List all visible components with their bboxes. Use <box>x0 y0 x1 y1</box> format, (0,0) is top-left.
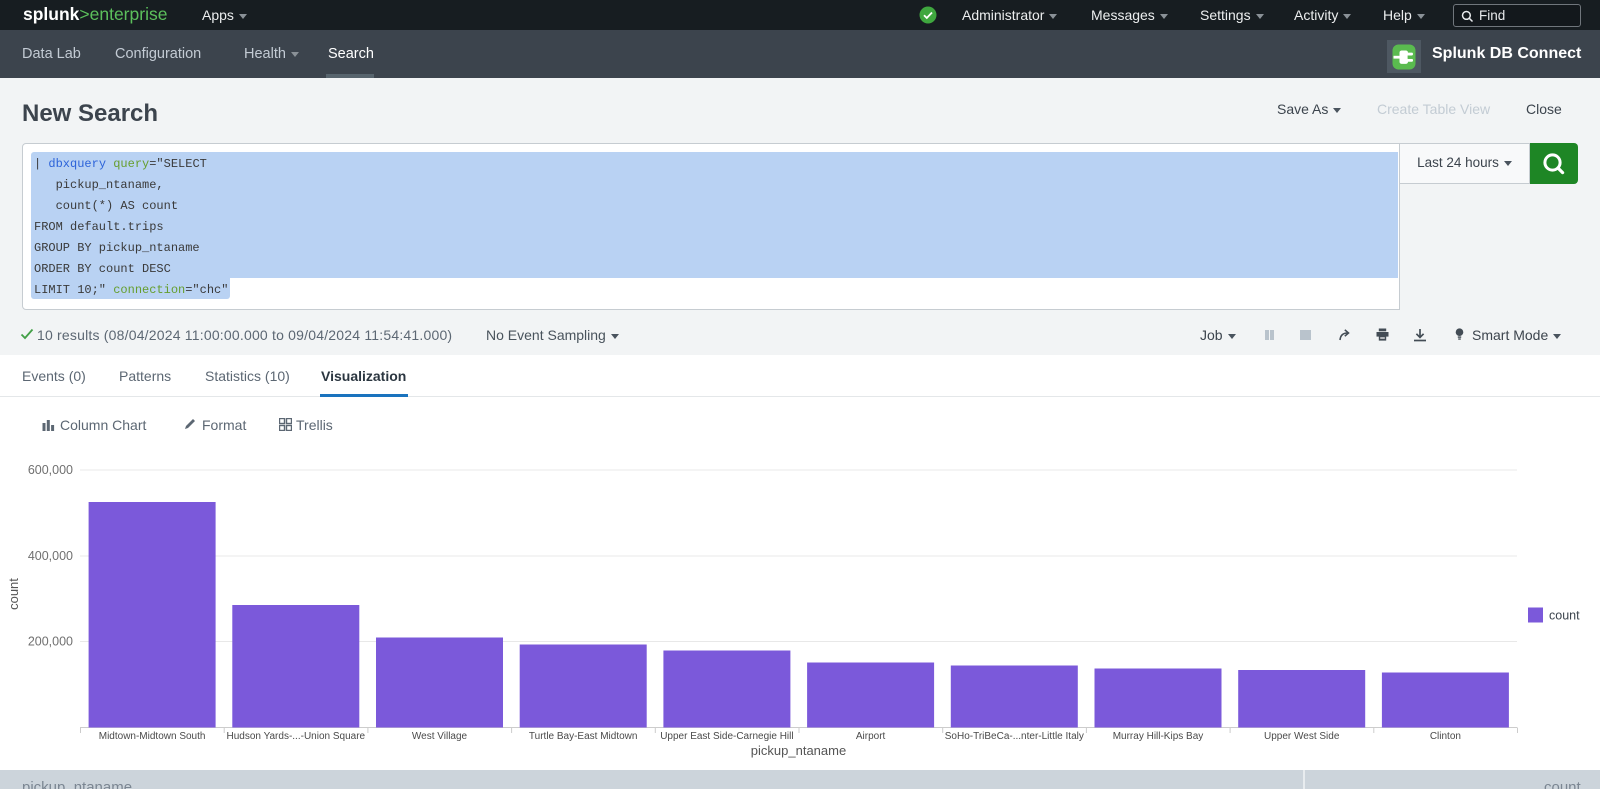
svg-text:Midtown-Midtown South: Midtown-Midtown South <box>99 731 206 742</box>
svg-text:Clinton: Clinton <box>1430 731 1461 742</box>
svg-text:200,000: 200,000 <box>28 635 73 649</box>
svg-text:count: count <box>6 578 21 610</box>
svg-text:Upper West Side: Upper West Side <box>1264 731 1340 742</box>
svg-text:400,000: 400,000 <box>28 549 73 563</box>
svg-text:Hudson Yards-...-Union Square: Hudson Yards-...-Union Square <box>227 731 366 742</box>
svg-text:Turtle Bay-East Midtown: Turtle Bay-East Midtown <box>529 731 638 742</box>
svg-text:pickup_ntaname: pickup_ntaname <box>751 743 846 758</box>
svg-text:600,000: 600,000 <box>28 463 73 477</box>
svg-text:count: count <box>1549 609 1580 623</box>
svg-text:SoHo-TriBeCa-...nter-Little It: SoHo-TriBeCa-...nter-Little Italy <box>945 731 1084 742</box>
svg-text:West Village: West Village <box>412 731 468 742</box>
svg-text:Airport: Airport <box>856 731 886 742</box>
svg-text:Upper East Side-Carnegie Hill: Upper East Side-Carnegie Hill <box>660 731 793 742</box>
svg-text:Murray Hill-Kips Bay: Murray Hill-Kips Bay <box>1113 731 1204 742</box>
